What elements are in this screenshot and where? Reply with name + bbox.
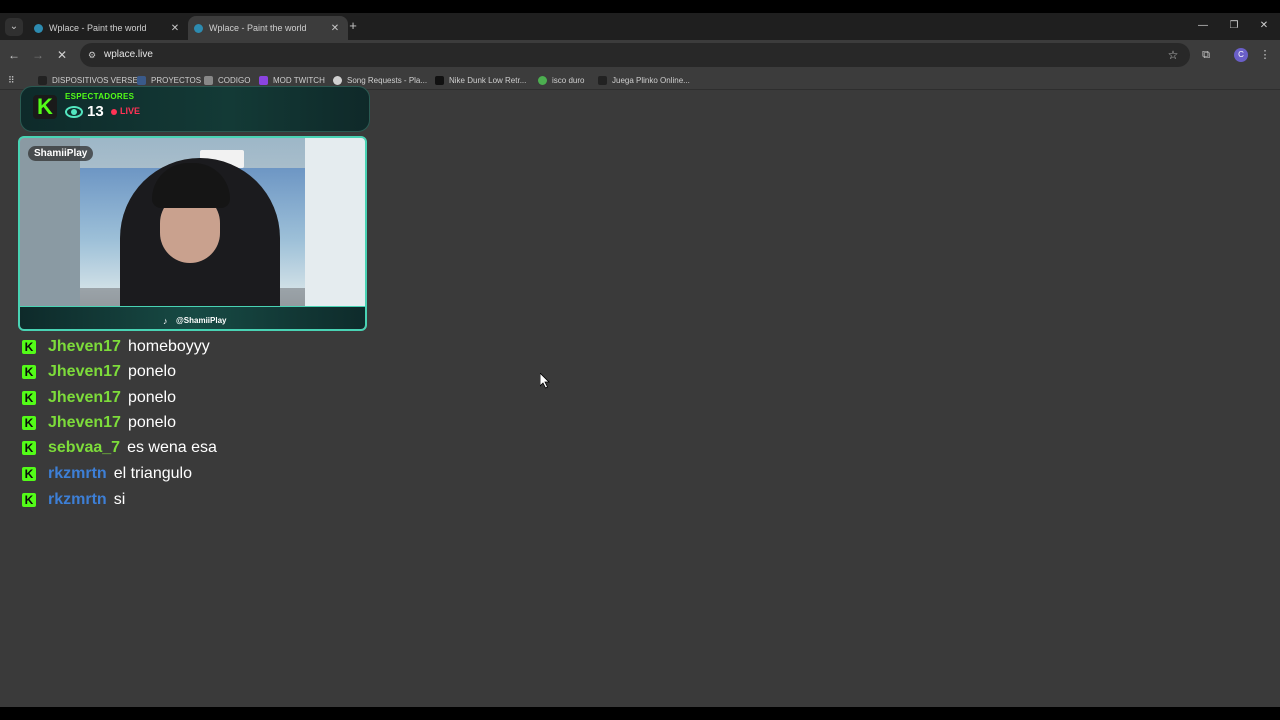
kick-badge-icon: K [22,391,36,405]
close-tab-icon[interactable]: ✕ [328,23,342,34]
minimize-icon[interactable]: — [1195,18,1211,34]
wplace-favicon-icon [34,23,43,33]
webcam-footer: ♪ @ShamiiPlay [20,306,365,329]
viewer-count: 13 [87,103,104,120]
bookmark-favicon-icon [333,75,342,85]
wplace-favicon-icon [194,23,203,33]
live-label: LIVE [120,106,141,116]
profile-avatar[interactable]: C [1234,48,1248,62]
bookmark-favicon-icon [259,75,268,85]
bookmark-item[interactable]: CODIGO [204,73,250,87]
chat-username: Jheven17 [48,414,121,431]
chat-text: ponelo [127,414,176,431]
bookmark-label: Nike Dunk Low Retr... [449,75,527,85]
mouse-cursor-icon [540,373,550,389]
chat-message: K Jheven17 ponelo [22,412,176,434]
chat-text: homeboyyy [127,338,210,355]
chat-text: es wena esa [127,439,217,456]
restore-icon[interactable]: ❐ [1226,18,1242,34]
address-bar[interactable]: ⚙ wplace.live ☆ [80,43,1190,67]
tab-search-icon[interactable]: ⌄ [5,18,23,36]
bookmark-item[interactable]: PROYECTOS [137,73,201,87]
kick-badge-icon: K [22,493,36,507]
close-window-icon[interactable]: ✕ [1256,18,1272,34]
bookmark-item[interactable]: Juega Plinko Online... [598,73,690,87]
screen-top-border [0,0,1280,13]
back-icon[interactable]: ← [6,47,22,63]
webcam-wall [20,138,80,329]
tab-title: Wplace - Paint the world [209,23,307,33]
chat-text: ponelo [127,389,176,406]
tab-title: Wplace - Paint the world [49,23,147,33]
chat-message: K sebvaa_7 es wena esa [22,437,217,459]
tab-wplace-1[interactable]: Wplace - Paint the world ✕ [28,16,188,40]
address-url[interactable]: wplace.live [104,49,153,60]
bookmark-label: MOD TWITCH [273,75,325,85]
bookmark-item[interactable]: Song Requests - Pla... [333,73,427,87]
bookmark-label: CODIGO [218,75,251,85]
bookmark-favicon-icon [204,75,213,85]
chat-username: Jheven17 [48,363,121,380]
site-info-icon[interactable]: ⚙ [86,49,98,61]
chat-message: K Jheven17 ponelo [22,361,176,383]
bookmark-favicon-icon [435,75,444,85]
bookmark-favicon-icon [137,75,146,85]
chat-message: K rkzmrtn si [22,489,125,511]
chat-text: ponelo [127,363,176,380]
chat-text: el triangulo [113,465,192,482]
chat-message: K rkzmrtn el triangulo [22,463,192,485]
kick-badge-icon: K [22,441,36,455]
bookmark-favicon-icon [598,75,607,85]
chat-username: rkzmrtn [48,491,107,508]
bookmark-item[interactable]: DISPOSITIVOS VERSE [38,73,138,87]
bookmark-label: DISPOSITIVOS VERSE [52,75,138,85]
bookmark-item[interactable]: isco duro [538,73,584,87]
bookmark-star-icon[interactable]: ☆ [1165,47,1181,63]
browser-toolbar: ← → ✕ ⚙ wplace.live ☆ ⧉ C ⋮ [0,40,1280,70]
tiktok-handle: @ShamiiPlay [176,316,227,325]
streamer-name-badge: ShamiiPlay [28,146,94,161]
tiktok-icon: ♪ [163,316,168,326]
browser-window: ⌄ Wplace - Paint the world ✕ Wplace - Pa… [0,13,1280,707]
viewers-label: ESPECTADORES [65,92,135,101]
bookmark-label: isco duro [552,75,585,85]
chat-username: Jheven17 [48,338,121,355]
live-dot-icon [111,109,117,115]
bookmark-label: Juega Plinko Online... [612,75,690,85]
chat-text: si [113,491,126,508]
extensions-icon[interactable]: ⧉ [1198,47,1214,63]
kick-badge-icon: K [22,467,36,481]
kick-badge-icon: K [22,416,36,430]
webcam-shelf [305,138,365,329]
chat-username: rkzmrtn [48,465,107,482]
bookmark-label: Song Requests - Pla... [347,75,428,85]
kick-badge-icon: K [22,340,36,354]
viewer-count-panel: K ESPECTADORES 13 LIVE [20,86,370,132]
bookmark-label: PROYECTOS [151,75,202,85]
kick-logo-icon: K [33,95,57,119]
bookmark-item[interactable]: Nike Dunk Low Retr... [435,73,526,87]
chat-message: K Jheven17 homeboyyy [22,336,210,358]
bookmark-favicon-icon [538,75,547,85]
tab-strip: ⌄ Wplace - Paint the world ✕ Wplace - Pa… [0,13,1280,40]
stop-loading-icon[interactable]: ✕ [54,47,70,63]
bookmark-favicon-icon [38,75,47,85]
kick-badge-icon: K [22,365,36,379]
new-tab-icon[interactable]: + [345,18,361,34]
chat-message: K Jheven17 ponelo [22,387,176,409]
bookmark-item[interactable]: MOD TWITCH [259,73,325,87]
chat-username: sebvaa_7 [48,439,121,456]
webcam-overlay: ShamiiPlay ♪ @ShamiiPlay [18,136,367,331]
forward-icon[interactable]: → [30,47,46,63]
chat-username: Jheven17 [48,389,121,406]
close-tab-icon[interactable]: ✕ [168,23,182,34]
apps-grid-icon[interactable]: ⠿ [8,74,20,86]
kebab-menu-icon[interactable]: ⋮ [1258,47,1272,63]
screen-bottom-border [0,707,1280,720]
eye-icon [65,106,83,118]
page-content: K ESPECTADORES 13 LIVE ShamiiPlay ♪ @Sha… [0,86,1280,707]
tab-wplace-2[interactable]: Wplace - Paint the world ✕ [188,16,348,40]
